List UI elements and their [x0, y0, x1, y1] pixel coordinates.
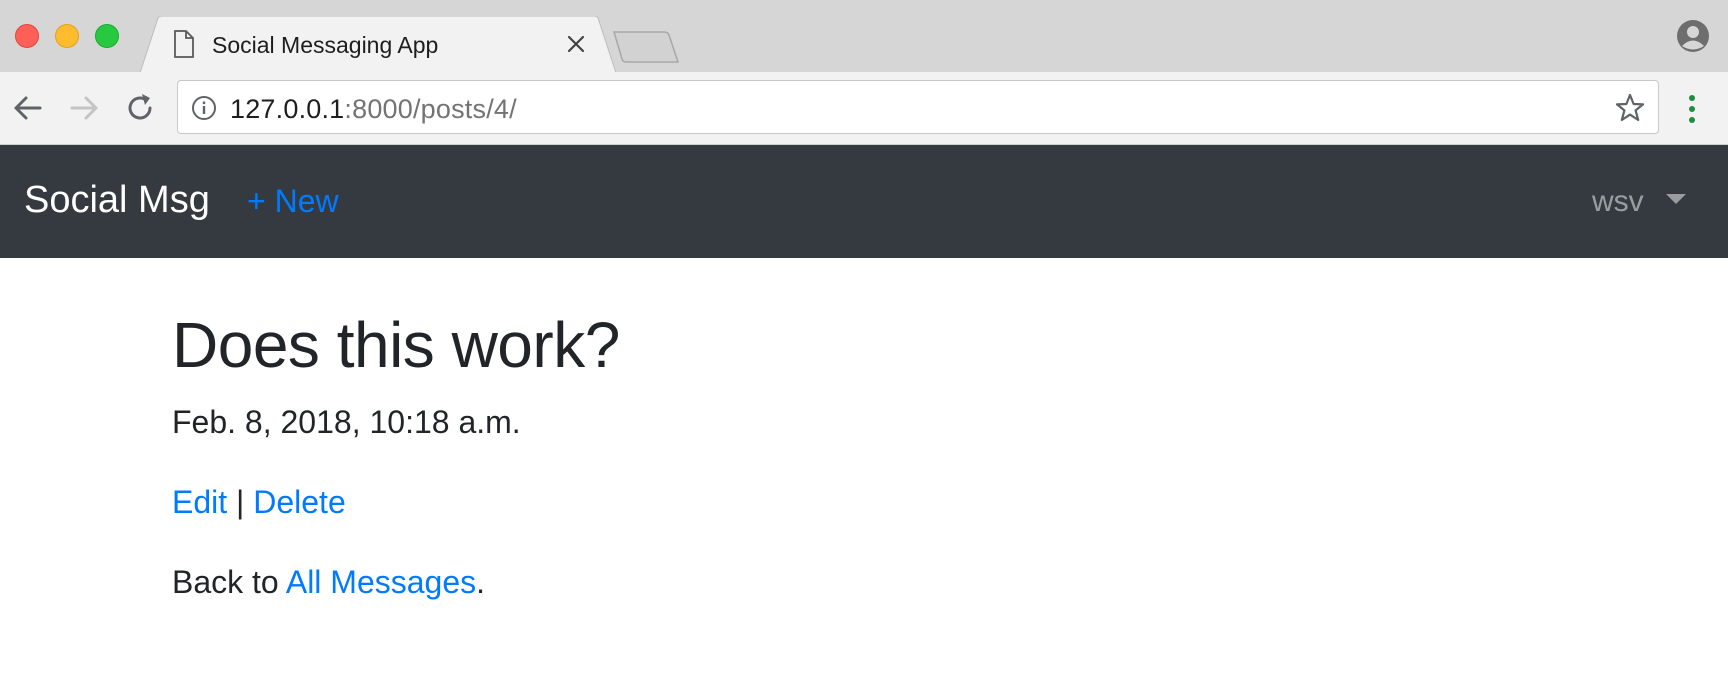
- url-host: 127.0.0.1: [230, 94, 345, 124]
- window-close-icon[interactable]: [15, 24, 39, 48]
- window-minimize-icon[interactable]: [55, 24, 79, 48]
- post-actions: Edit | Delete: [172, 484, 346, 521]
- edit-link[interactable]: Edit: [172, 484, 227, 520]
- info-icon[interactable]: [191, 95, 217, 121]
- tab-close-icon[interactable]: [564, 32, 588, 56]
- new-post-link[interactable]: + New: [247, 183, 339, 220]
- app-navbar: Social Msg + New wsv: [0, 145, 1728, 258]
- browser-tab-strip: Social Messaging App: [0, 0, 1728, 74]
- document-icon: [174, 30, 194, 58]
- back-line: Back to All Messages.: [172, 564, 485, 601]
- address-bar[interactable]: 127.0.0.1:8000/posts/4/: [177, 80, 1659, 134]
- back-prefix: Back to: [172, 564, 279, 600]
- tab-title: Social Messaging App: [212, 32, 439, 58]
- brand-link[interactable]: Social Msg: [24, 179, 210, 222]
- kebab-menu-icon[interactable]: [1682, 92, 1702, 126]
- new-tab-button[interactable]: [612, 30, 682, 64]
- window-maximize-icon[interactable]: [95, 24, 119, 48]
- user-dropdown[interactable]: wsv: [1592, 185, 1686, 219]
- username: wsv: [1592, 185, 1644, 218]
- back-suffix: .: [476, 564, 486, 600]
- arrow-left-icon[interactable]: [10, 90, 46, 126]
- post-date: Feb. 8, 2018, 10:18 a.m.: [172, 404, 521, 440]
- profile-icon[interactable]: [1676, 19, 1710, 53]
- arrow-right-icon[interactable]: [66, 90, 102, 126]
- reload-icon[interactable]: [122, 90, 158, 126]
- url-path: :8000/posts/4/: [344, 94, 517, 124]
- browser-tab-active[interactable]: Social Messaging App: [140, 16, 620, 74]
- browser-toolbar: 127.0.0.1:8000/posts/4/: [0, 72, 1728, 145]
- delete-link[interactable]: Delete: [253, 484, 346, 520]
- all-messages-link[interactable]: All Messages: [286, 564, 476, 600]
- action-separator: |: [236, 484, 245, 520]
- url-text[interactable]: 127.0.0.1:8000/posts/4/: [230, 94, 517, 125]
- star-icon[interactable]: [1615, 93, 1645, 123]
- post-title: Does this work?: [172, 309, 620, 381]
- caret-down-icon: [1665, 194, 1686, 205]
